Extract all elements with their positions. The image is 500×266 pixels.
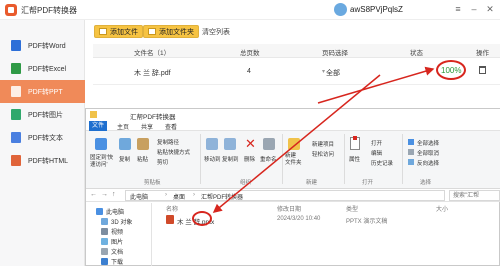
arrow-to-status	[317, 66, 435, 104]
arrow-to-output-file	[212, 74, 381, 213]
annotation-arrows	[212, 66, 435, 213]
